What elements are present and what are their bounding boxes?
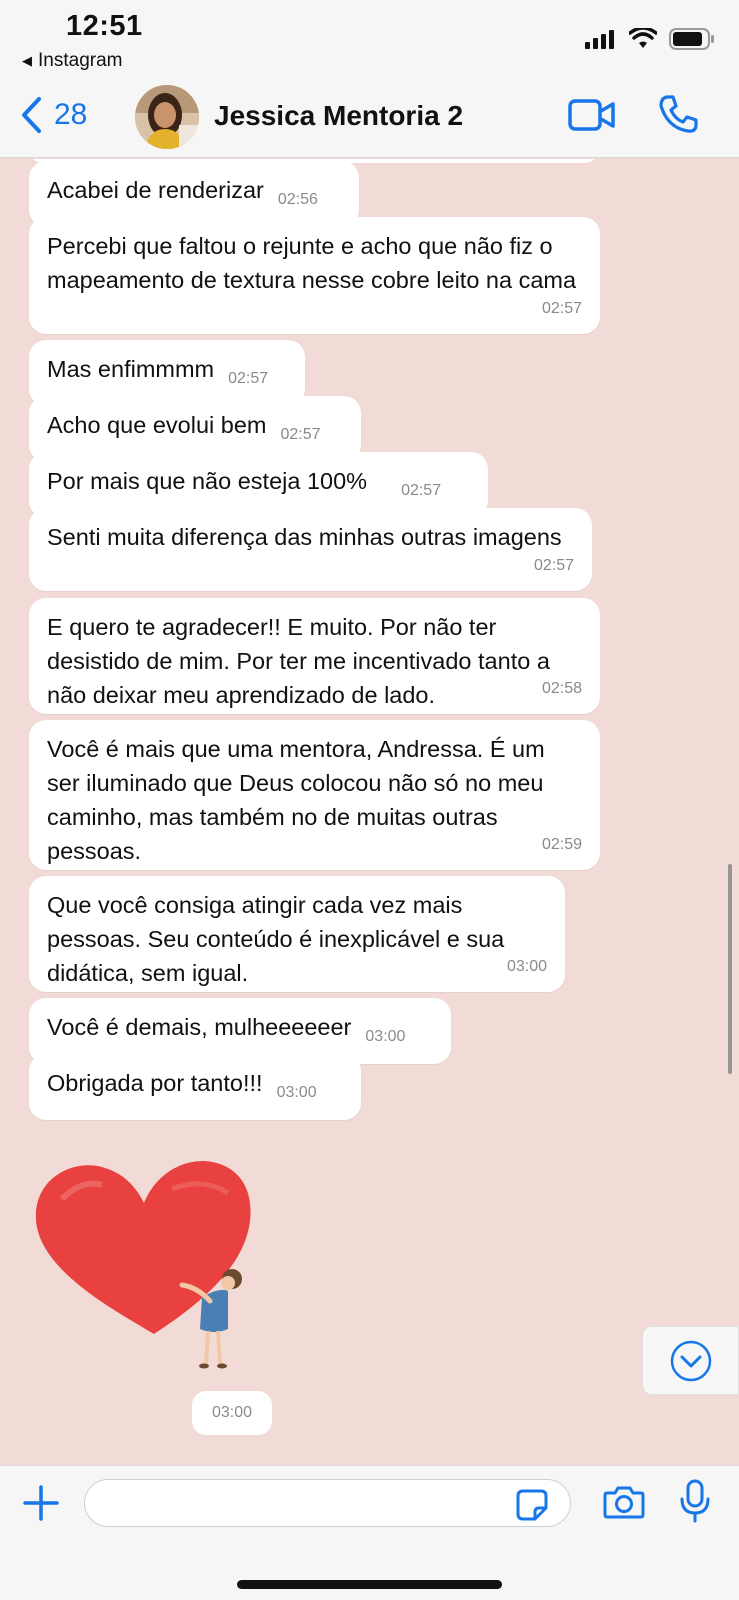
message-time: 03:00 [276, 1084, 317, 1101]
message-time: 03:00 [506, 958, 547, 975]
unread-count: 28 [54, 98, 88, 131]
message-text: Você é demais, mulheeeeeer [47, 1014, 352, 1040]
message-input[interactable] [84, 1479, 571, 1527]
top-bar: 12:51 ◀ Instagram 28 Jessica Mentoria 2 [0, 0, 739, 158]
heart-hug-sticker[interactable] [32, 1159, 262, 1384]
message-text: Obrigada por tanto!!! [47, 1070, 263, 1096]
attach-button[interactable] [22, 1484, 60, 1527]
message-time: 02:58 [541, 680, 582, 697]
message-time: 02:56 [277, 191, 318, 208]
message-text: Que você consiga atingir cada vez mais p… [47, 892, 505, 986]
message-text: Senti muita diferença das minhas outras … [47, 524, 562, 550]
back-triangle-icon: ◀ [22, 53, 32, 68]
message-bubble[interactable]: Que você consiga atingir cada vez mais p… [29, 876, 565, 992]
video-call-button[interactable] [568, 98, 616, 137]
back-to-app-link[interactable]: ◀ Instagram [22, 50, 122, 72]
message-bubble[interactable]: Você é mais que uma mentora, Andressa. É… [29, 720, 600, 870]
chevron-left-icon [22, 97, 41, 133]
message-time: 03:00 [365, 1028, 406, 1045]
signal-icon [585, 30, 614, 49]
message-time: 02:57 [401, 482, 442, 499]
message-time: 02:57 [541, 300, 582, 317]
voice-call-button[interactable] [658, 94, 698, 139]
scroll-to-bottom-button[interactable] [642, 1326, 739, 1395]
message-text: Acabei de renderizar [47, 177, 264, 203]
contact-name[interactable]: Jessica Mentoria 2 [214, 100, 463, 132]
sticker-time: 03:00 [192, 1391, 272, 1435]
message-text: Você é mais que uma mentora, Andressa. É… [47, 736, 545, 864]
camera-button[interactable] [603, 1484, 645, 1525]
heart-sticker-icon [35, 1161, 251, 1369]
message-text: E quero te agradecer!! E muito. Por não … [47, 614, 550, 708]
status-icons [585, 28, 715, 50]
camera-icon [603, 1486, 645, 1519]
chevron-down-circle-icon [670, 1340, 711, 1381]
phone-icon [659, 95, 698, 133]
chat-area[interactable]: Acabei de renderizar 02:56 Percebi que fa… [0, 159, 739, 1465]
message-text: Percebi que faltou o rejunte e acho que … [47, 233, 577, 293]
plus-icon [23, 1485, 59, 1521]
message-time: 02:57 [228, 370, 269, 387]
message-text: Mas enfimmmm [47, 356, 215, 382]
battery-icon [669, 28, 714, 50]
back-app-label: Instagram [38, 50, 123, 71]
sticker-icon [516, 1489, 548, 1521]
status-time: 12:51 [66, 10, 143, 42]
message-text: Acho que evolui bem [47, 412, 267, 438]
message-time: 02:57 [280, 426, 321, 443]
message-bubble[interactable]: Percebi que faltou o rejunte e acho que … [29, 217, 600, 334]
microphone-button[interactable] [678, 1479, 712, 1528]
wifi-icon [629, 28, 657, 48]
message-bubble[interactable]: Senti muita diferença das minhas outras … [29, 508, 592, 591]
chat-header: 28 Jessica Mentoria 2 [0, 82, 739, 156]
home-indicator [237, 1580, 502, 1589]
message-bubble[interactable]: E quero te agradecer!! E muito. Por não … [29, 598, 600, 714]
video-camera-icon [568, 99, 615, 131]
message-text: Por mais que não esteja 100% [47, 468, 368, 494]
message-time: 02:57 [533, 557, 574, 574]
back-button[interactable]: 28 [20, 96, 87, 134]
message-time: 02:59 [541, 836, 582, 853]
contact-avatar[interactable] [135, 85, 199, 149]
message-bubble[interactable]: Obrigada por tanto!!! 03:00 [29, 1054, 361, 1120]
avatar-image [135, 85, 199, 149]
microphone-icon [680, 1479, 710, 1523]
sticker-button[interactable] [515, 1488, 549, 1527]
scrollbar[interactable] [728, 864, 732, 1074]
